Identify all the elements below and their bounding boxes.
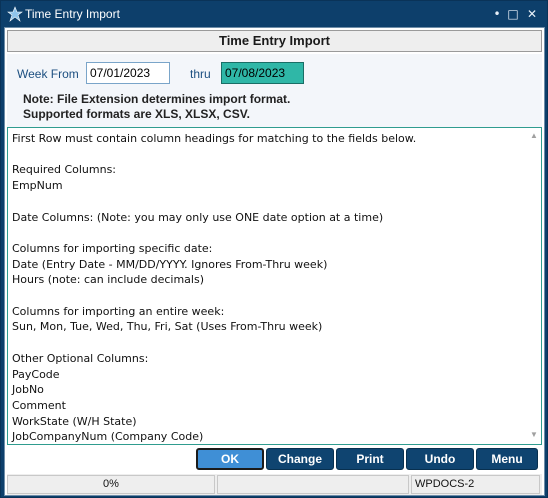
instruction-line: First Row must contain column headings f… (12, 132, 417, 145)
title-bar[interactable]: Time Entry Import • □ ✕ (1, 1, 547, 27)
menu-button[interactable]: Menu (476, 448, 538, 470)
instruction-line: Columns for importing an entire week: (12, 304, 225, 318)
maximize-icon[interactable]: □ (504, 4, 522, 24)
ok-button[interactable]: OK (196, 448, 264, 470)
progress-status: 0% (7, 475, 215, 494)
instruction-line: Required Columns: (12, 163, 117, 177)
format-note-line2: Supported formats are XLS, XLSX, CSV. (23, 107, 250, 121)
format-note-line1: Note: File Extension determines import f… (23, 92, 291, 106)
week-from-input[interactable]: 07/01/2023 (86, 62, 170, 84)
app-logo-icon (7, 6, 23, 22)
instruction-line: EmpNum (12, 179, 63, 193)
undo-button[interactable]: Undo (406, 448, 474, 470)
instruction-line: Comment (12, 398, 66, 412)
instruction-line: Sun, Mon, Tue, Wed, Thu, Fri, Sat (Uses … (12, 320, 323, 334)
instruction-line: Date (Entry Date - MM/DD/YYYY. Ignores F… (12, 257, 328, 271)
week-thru-input[interactable]: 07/08/2023 (221, 62, 304, 84)
scroll-down-icon[interactable]: ▼ (529, 430, 539, 440)
vertical-scrollbar[interactable]: ▲ ▼ (527, 128, 541, 444)
dialog-body: Time Entry Import Week From 07/01/2023 t… (4, 27, 545, 496)
close-icon[interactable]: ✕ (523, 4, 541, 24)
scroll-up-icon[interactable]: ▲ (529, 131, 539, 141)
status-bar: 0% WPDOCS-2 (7, 474, 542, 495)
page-title: Time Entry Import (7, 30, 542, 52)
instructions-textbox[interactable]: First Row must contain column headings f… (7, 127, 542, 445)
thru-label: thru (190, 67, 211, 81)
instruction-line: Columns for importing specific date: (12, 241, 213, 255)
change-button[interactable]: Change (266, 448, 334, 470)
print-button[interactable]: Print (336, 448, 404, 470)
instruction-line: Other Optional Columns: (12, 351, 149, 365)
window-title: Time Entry Import (25, 7, 120, 21)
instruction-line: JobNo (12, 383, 44, 397)
app-window: Time Entry Import • □ ✕ Time Entry Impor… (0, 0, 548, 498)
instruction-line: PayCode (12, 367, 60, 381)
database-status: WPDOCS-2 (411, 475, 540, 494)
instruction-line: JobCompanyNum (Company Code) (12, 430, 204, 443)
instruction-line: WorkState (W/H State) (12, 414, 137, 428)
instructions-text: First Row must contain column headings f… (9, 129, 527, 443)
instruction-line: Hours (note: can include decimals) (12, 273, 204, 287)
week-from-label: Week From (17, 67, 79, 81)
instruction-line: Date Columns: (Note: you may only use ON… (12, 210, 384, 224)
button-bar: OK Change Print Undo Menu (7, 446, 542, 472)
status-message (217, 475, 409, 494)
